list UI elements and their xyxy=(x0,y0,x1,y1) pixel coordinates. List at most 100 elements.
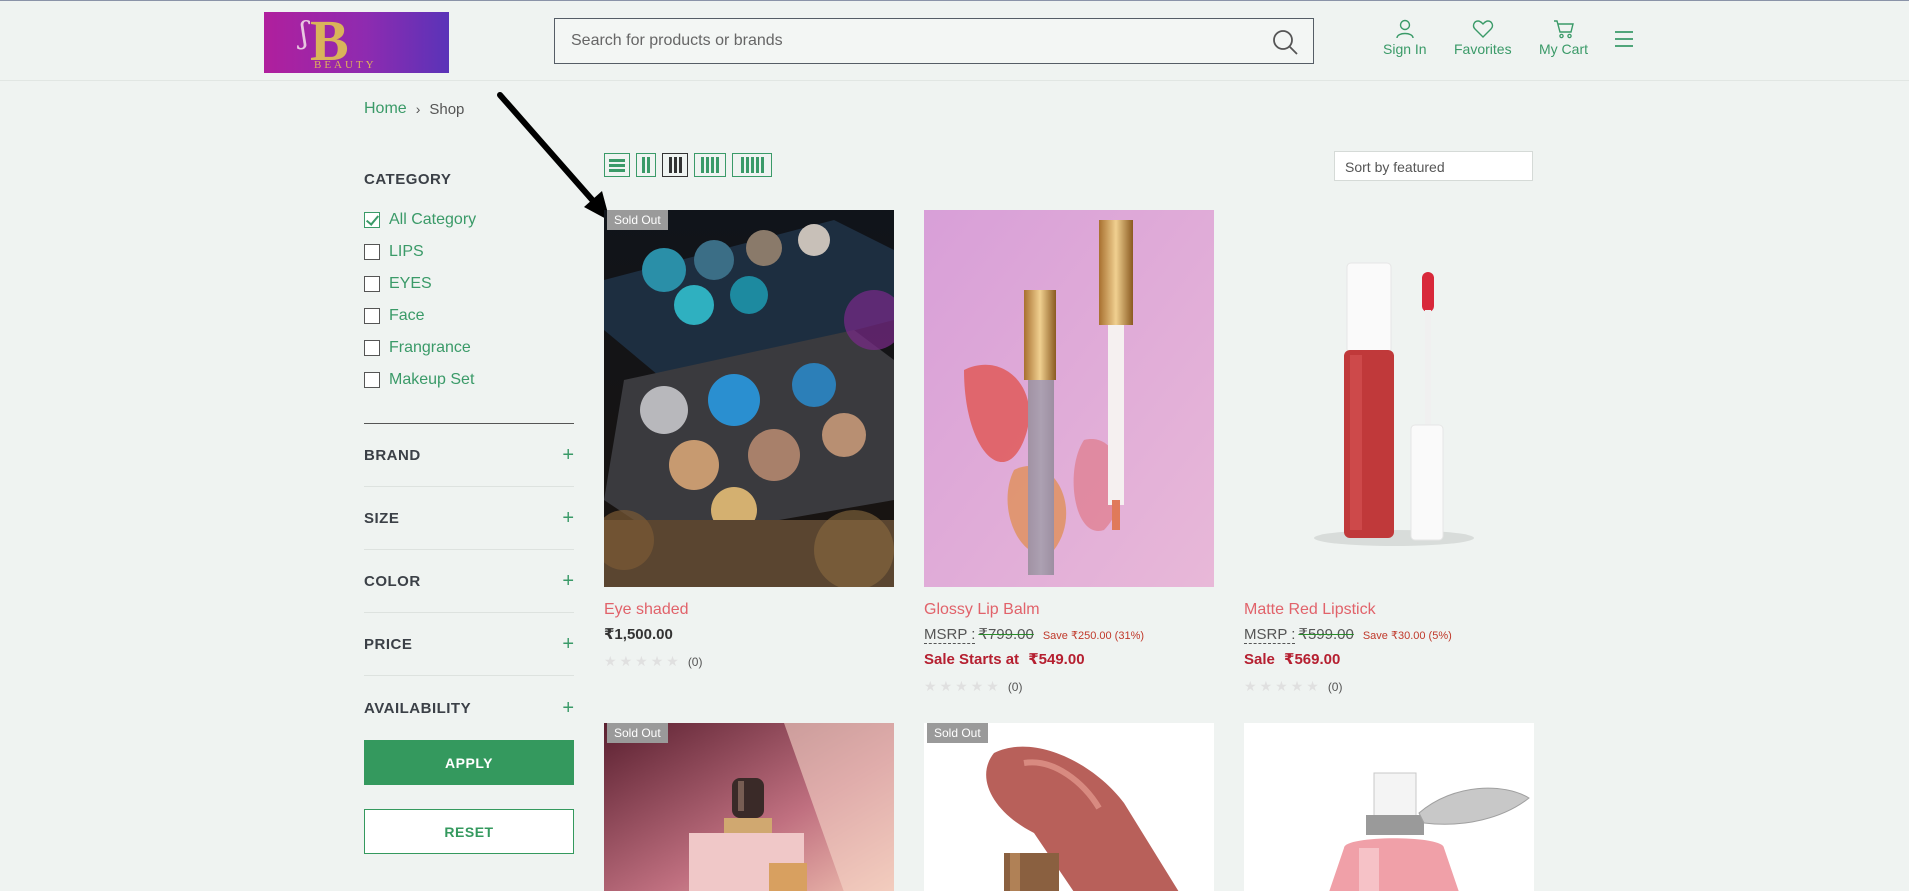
plus-icon[interactable]: + xyxy=(562,633,574,656)
save-amount: Save ₹250.00 (31%) xyxy=(1042,630,1145,642)
cart-link[interactable]: My Cart xyxy=(1539,19,1588,57)
product-image[interactable] xyxy=(1244,210,1534,587)
save-amount: Save ₹30.00 (5%) xyxy=(1362,630,1452,642)
star-icon: ★ xyxy=(1306,678,1319,694)
product-image[interactable] xyxy=(924,210,1214,587)
category-label: All Category xyxy=(389,211,477,228)
product-name[interactable]: Glossy Lip Balm xyxy=(924,601,1214,619)
category-title: CATEGORY xyxy=(364,171,452,188)
filter-availability[interactable]: AVAILABILITY + xyxy=(364,677,574,739)
grid-3-icon[interactable] xyxy=(662,153,688,177)
search-icon[interactable] xyxy=(1271,28,1299,56)
product-image[interactable]: Sold Out xyxy=(924,723,1214,891)
star-icon: ★ xyxy=(650,653,664,669)
msrp-label: MSRP : xyxy=(924,626,976,644)
breadcrumb-chevron-icon: › xyxy=(415,101,421,117)
grid-view-toggles xyxy=(604,153,778,177)
product-sale-price: Sale Starts at ₹549.00 xyxy=(924,650,1214,668)
brand-logo[interactable]: ʃ B BEAUTY xyxy=(264,12,449,73)
star-icon: ★ xyxy=(939,678,953,694)
sort-select[interactable]: Sort by featured xyxy=(1334,151,1533,181)
category-list: All Category LIPS EYES Face Frangrance M… xyxy=(364,204,574,396)
sign-in-link[interactable]: Sign In xyxy=(1383,19,1427,57)
star-icon: ★ xyxy=(924,678,937,694)
category-checkbox[interactable] xyxy=(364,340,380,356)
nude-lipstick-image xyxy=(924,723,1214,891)
filter-title: BRAND xyxy=(364,447,421,464)
plus-icon[interactable]: + xyxy=(562,697,574,720)
filter-price[interactable]: PRICE + xyxy=(364,614,574,676)
breadcrumb: Home › Shop xyxy=(364,100,464,118)
grid-4-icon[interactable] xyxy=(694,153,726,177)
product-card[interactable]: Sold Out Eye shaded ₹1,500.00 ★ ★ ★ ★ ★ (0) xyxy=(604,210,894,670)
category-checkbox[interactable] xyxy=(364,308,380,324)
logo-text: BEAUTY xyxy=(314,59,377,71)
star-icon: ★ xyxy=(635,653,648,669)
category-item-all[interactable]: All Category xyxy=(364,204,574,236)
category-item-makeup-set[interactable]: Makeup Set xyxy=(364,364,574,396)
product-rating: ★ ★ ★ ★ ★ (0) xyxy=(924,678,1214,695)
search-input[interactable] xyxy=(571,19,1251,63)
category-item-lips[interactable]: LIPS xyxy=(364,236,574,268)
product-card[interactable]: Sold Out xyxy=(604,723,894,891)
category-item-face[interactable]: Face xyxy=(364,300,574,332)
plus-icon[interactable]: + xyxy=(562,444,574,467)
category-checkbox[interactable] xyxy=(364,372,380,388)
search-bar xyxy=(554,18,1314,64)
category-checkbox[interactable] xyxy=(364,276,380,292)
product-price: ₹1,500.00 xyxy=(604,626,673,643)
favorites-link[interactable]: Favorites xyxy=(1454,19,1512,57)
sale-label: Sale Starts at xyxy=(924,651,1020,668)
logo-swirl-icon: ʃ xyxy=(300,16,309,51)
filter-title: PRICE xyxy=(364,636,413,653)
category-checkbox[interactable] xyxy=(364,244,380,260)
filter-title: AVAILABILITY xyxy=(364,699,472,717)
plus-icon[interactable]: + xyxy=(562,570,574,593)
cart-icon xyxy=(1553,20,1574,39)
product-rating: ★ ★ ★ ★ ★ (0) xyxy=(604,653,894,670)
product-name[interactable]: Eye shaded xyxy=(604,601,894,619)
category-label: EYES xyxy=(389,275,432,292)
product-card[interactable]: Glossy Lip Balm MSRP : ₹799.00 Save ₹250… xyxy=(924,210,1214,695)
category-divider xyxy=(364,423,574,424)
list-view-icon[interactable] xyxy=(604,153,630,177)
star-icon: ★ xyxy=(1275,678,1288,694)
plus-icon[interactable]: + xyxy=(562,507,574,530)
rating-count: (0) xyxy=(687,654,703,669)
star-icon: ★ xyxy=(986,678,999,694)
apply-button[interactable]: APPLY xyxy=(364,740,574,785)
star-icon: ★ xyxy=(970,678,984,694)
product-card[interactable] xyxy=(1244,723,1534,891)
rating-count: (0) xyxy=(1327,679,1343,694)
sold-out-badge: Sold Out xyxy=(927,723,988,743)
filter-size[interactable]: SIZE + xyxy=(364,488,574,550)
product-name[interactable]: Matte Red Lipstick xyxy=(1244,601,1534,619)
grid-5-icon[interactable] xyxy=(732,153,772,177)
hamburger-menu-icon[interactable] xyxy=(1614,30,1634,48)
rating-count: (0) xyxy=(1007,679,1023,694)
filter-color[interactable]: COLOR + xyxy=(364,551,574,613)
perfume-bottle-image xyxy=(604,723,894,891)
product-card[interactable]: Sold Out xyxy=(924,723,1214,891)
star-icon: ★ xyxy=(955,678,968,694)
product-image[interactable] xyxy=(1244,723,1534,891)
grid-2-icon[interactable] xyxy=(636,153,656,177)
reset-button[interactable]: RESET xyxy=(364,809,574,854)
breadcrumb-home[interactable]: Home xyxy=(364,100,407,118)
favorites-label: Favorites xyxy=(1454,41,1512,57)
category-checkbox[interactable] xyxy=(364,212,380,228)
star-icon: ★ xyxy=(666,653,679,669)
filter-brand[interactable]: BRAND + xyxy=(364,425,574,487)
category-item-eyes[interactable]: EYES xyxy=(364,268,574,300)
lip-gloss-image xyxy=(924,210,1214,587)
product-image[interactable]: Sold Out xyxy=(604,723,894,891)
product-card[interactable]: Matte Red Lipstick MSRP : ₹599.00 Save ₹… xyxy=(1244,210,1534,695)
msrp-old-price: ₹599.00 xyxy=(1298,626,1354,643)
star-icon: ★ xyxy=(1244,678,1257,694)
red-lipstick-image xyxy=(1244,210,1534,587)
site-header: ʃ B BEAUTY Sign In Favorites My Cart xyxy=(0,1,1909,81)
category-item-fragrance[interactable]: Frangrance xyxy=(364,332,574,364)
filter-title: SIZE xyxy=(364,510,400,527)
product-image[interactable]: Sold Out xyxy=(604,210,894,587)
category-label: LIPS xyxy=(389,243,424,260)
